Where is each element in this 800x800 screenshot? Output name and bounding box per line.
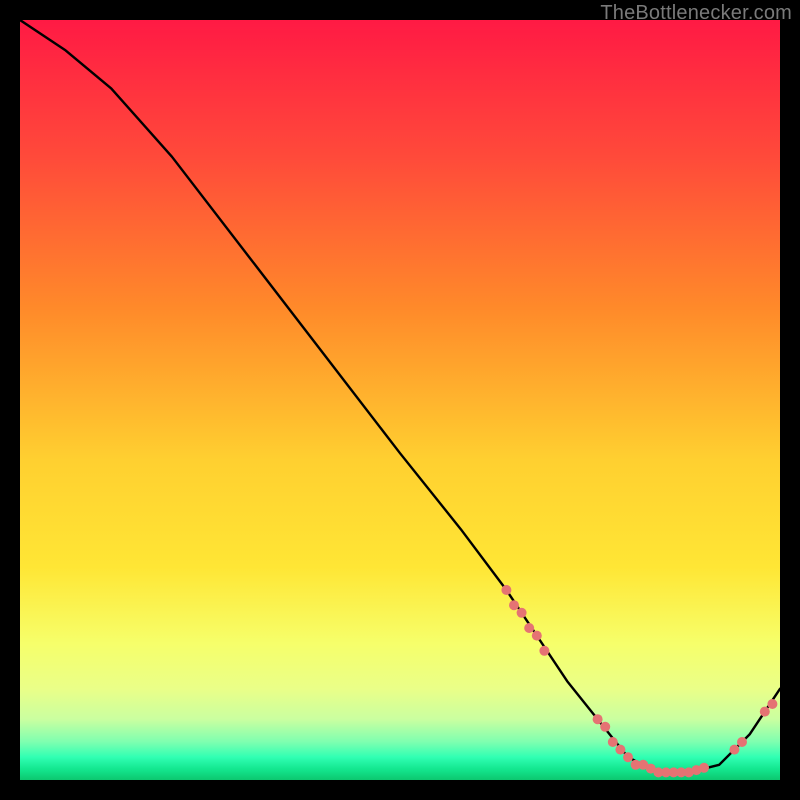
- chart-frame: TheBottlenecker.com: [0, 0, 800, 800]
- data-point: [593, 714, 603, 724]
- data-point: [699, 763, 709, 773]
- chart-svg: [20, 20, 780, 780]
- data-point: [623, 752, 633, 762]
- plot-area: [20, 20, 780, 780]
- data-point: [517, 608, 527, 618]
- data-point: [600, 722, 610, 732]
- data-point: [615, 745, 625, 755]
- data-point: [524, 623, 534, 633]
- data-point: [760, 707, 770, 717]
- data-point: [729, 745, 739, 755]
- gradient-bg: [20, 20, 780, 780]
- data-point: [767, 699, 777, 709]
- data-point: [509, 600, 519, 610]
- data-point: [532, 631, 542, 641]
- data-point: [737, 737, 747, 747]
- data-point: [539, 646, 549, 656]
- data-point: [608, 737, 618, 747]
- data-point: [501, 585, 511, 595]
